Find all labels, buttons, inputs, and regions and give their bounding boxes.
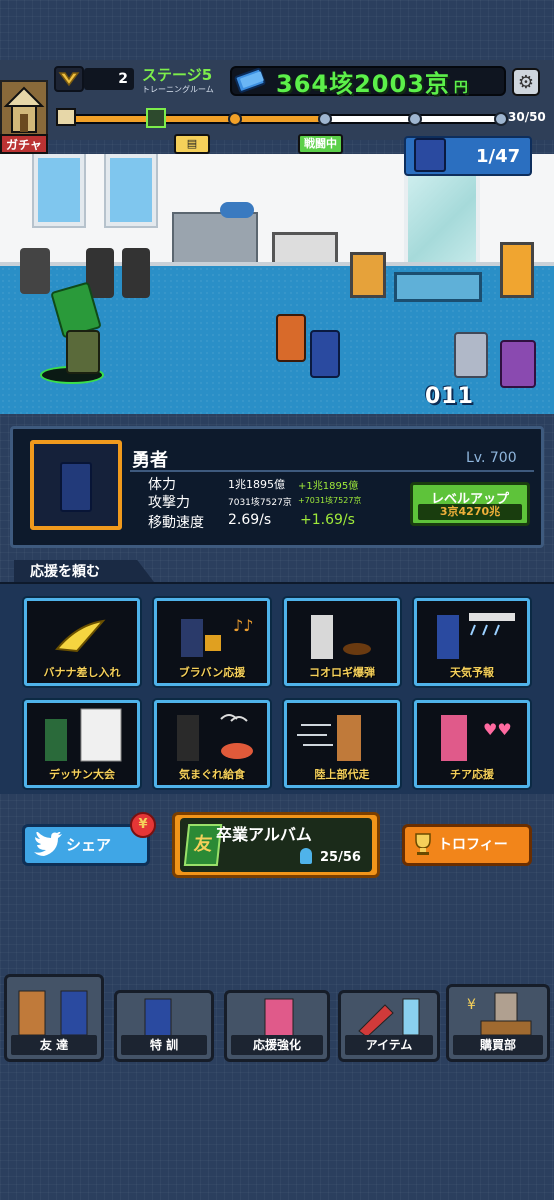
stat-label-speed: 移動速度 bbox=[148, 515, 204, 531]
battle-scene[interactable] bbox=[0, 154, 554, 414]
house-icon bbox=[3, 86, 45, 133]
support-header: 応援を頼む bbox=[30, 564, 100, 580]
brass-band-icon: ♪♪ bbox=[157, 605, 267, 663]
trophy-icon bbox=[412, 832, 434, 856]
svg-text:♥♥: ♥♥ bbox=[483, 720, 512, 739]
support-card-banana[interactable]: バナナ差し入れ bbox=[24, 598, 140, 686]
lunch-icon bbox=[157, 707, 267, 765]
friends-icon bbox=[11, 981, 97, 1037]
album-title[interactable]: 卒業アルバム bbox=[216, 821, 312, 845]
stat-inc-attack: +7031垓7527京 bbox=[298, 496, 362, 505]
stage-progress-text: 30/50 bbox=[508, 110, 546, 124]
window bbox=[34, 154, 84, 226]
hero-level: Lv. 700 bbox=[466, 450, 517, 466]
exercise-machine bbox=[500, 242, 534, 298]
training-icon bbox=[121, 997, 207, 1038]
support-card-cheer[interactable]: ♥♥ チア応援 bbox=[414, 700, 530, 788]
stat-value-speed: 2.69/s bbox=[228, 512, 272, 528]
shop-icon: ¥ bbox=[453, 991, 543, 1037]
support-card-runner[interactable]: 陸上部代走 bbox=[284, 700, 400, 788]
svg-text:♪♪: ♪♪ bbox=[233, 616, 253, 635]
stat-label-attack: 攻撃力 bbox=[148, 495, 190, 511]
money-unit: 円 bbox=[453, 80, 469, 96]
stage-progress-fill bbox=[64, 116, 327, 122]
gym-bag-icon bbox=[220, 202, 254, 218]
hero-avatar[interactable] bbox=[30, 440, 122, 530]
stat-label-hp: 体力 bbox=[148, 477, 176, 493]
support-card-cricket-bomb[interactable]: コオロギ爆弾 bbox=[284, 598, 400, 686]
stat-value-hp: 1兆1895億 bbox=[228, 478, 285, 491]
window bbox=[106, 154, 156, 226]
support-card-weather[interactable]: 天気予報 bbox=[414, 598, 530, 686]
stat-inc-hp: +1兆1895億 bbox=[298, 481, 359, 492]
cheer-icon: ♥♥ bbox=[417, 707, 527, 765]
money-bundle-icon bbox=[234, 64, 268, 96]
cricket-bomb-icon bbox=[287, 605, 397, 663]
bench-press bbox=[350, 252, 386, 298]
training-node-icon bbox=[146, 108, 166, 128]
medal-count: 2 bbox=[84, 68, 134, 90]
yen-badge: ¥ bbox=[130, 812, 156, 838]
nav-items[interactable]: アイテム bbox=[338, 990, 440, 1062]
gear-icon[interactable]: ⚙ bbox=[512, 68, 540, 96]
level-up-cost[interactable]: 3京4270兆 bbox=[418, 504, 522, 520]
treadmill bbox=[394, 272, 482, 302]
weather-icon bbox=[417, 605, 527, 663]
training-node-badge: ▤ bbox=[174, 134, 210, 154]
stage-subtitle: トレーニングルーム bbox=[142, 85, 214, 94]
sketch-icon bbox=[27, 707, 137, 765]
runner-icon bbox=[287, 707, 397, 765]
nav-training[interactable]: 特 訓 bbox=[114, 990, 214, 1062]
stat-value-attack: 7031垓7527京 bbox=[228, 498, 292, 508]
nav-support-upgrade[interactable]: 応援強化 bbox=[224, 990, 330, 1062]
school-node-icon bbox=[56, 108, 76, 126]
share-label[interactable]: シェア bbox=[66, 834, 111, 855]
money-amount: 364垓2003京円 bbox=[276, 70, 469, 98]
stage-title: ステージ5 bbox=[142, 66, 213, 84]
medal-icon[interactable] bbox=[54, 66, 84, 92]
hero-portrait-icon bbox=[60, 462, 92, 512]
nav-friends[interactable]: 友 達 bbox=[4, 974, 104, 1062]
enemy-sprite bbox=[500, 340, 536, 388]
person-icon bbox=[300, 848, 312, 864]
enemy-node-icon bbox=[318, 112, 332, 126]
hero-sprite bbox=[66, 330, 100, 374]
damage-number: 011 bbox=[425, 384, 474, 409]
trophy-label[interactable]: トロフィー bbox=[438, 834, 508, 854]
items-icon bbox=[345, 997, 433, 1038]
exercise-bike bbox=[20, 248, 50, 294]
divider bbox=[130, 470, 534, 472]
enemy-node-icon bbox=[408, 112, 422, 126]
svg-text:¥: ¥ bbox=[467, 997, 476, 1013]
enemy-node-icon bbox=[494, 112, 508, 126]
gacha-label[interactable]: ガチャ bbox=[0, 134, 48, 154]
bird-icon bbox=[32, 831, 62, 858]
ally-batter-sprite bbox=[310, 330, 340, 378]
fighting-label: 戦闘中 bbox=[298, 134, 343, 154]
cheer-icon bbox=[231, 997, 323, 1038]
exercise-bike bbox=[122, 248, 150, 298]
album-count: 25/56 bbox=[320, 850, 361, 865]
nav-shop[interactable]: ¥ 購買部 bbox=[446, 984, 550, 1062]
enemy-sprite bbox=[454, 332, 488, 378]
stat-inc-speed: +1.69/s bbox=[300, 512, 355, 528]
player-portrait-icon bbox=[414, 138, 446, 172]
enemy-sprite bbox=[276, 314, 306, 362]
support-card-sketch[interactable]: デッサン大会 bbox=[24, 700, 140, 788]
enemy-node-icon bbox=[228, 112, 242, 126]
battle-counter: 1/47 bbox=[476, 146, 521, 167]
hero-name: 勇者 bbox=[132, 450, 168, 471]
banana-icon bbox=[27, 605, 137, 663]
support-card-brass-band[interactable]: ♪♪ ブラバン応援 bbox=[154, 598, 270, 686]
support-card-lunch[interactable]: 気まぐれ給食 bbox=[154, 700, 270, 788]
